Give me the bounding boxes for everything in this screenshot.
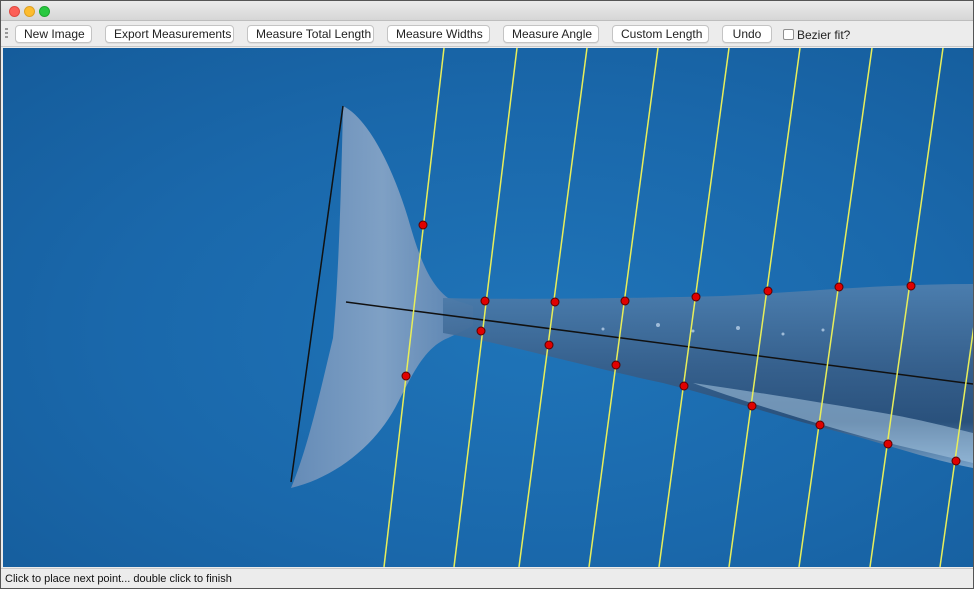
bezier-fit-checkbox[interactable] [783,29,794,40]
measurement-point[interactable] [747,401,757,411]
whale-fluke [291,106,473,488]
new-image-button[interactable]: New Image [15,25,92,43]
export-measurements-button[interactable]: Export Measurements [105,25,234,43]
measurement-point[interactable] [691,292,701,302]
measurement-point[interactable] [550,297,560,307]
measure-widths-button[interactable]: Measure Widths [387,25,490,43]
measurement-point[interactable] [815,420,825,430]
measurement-point[interactable] [401,371,411,381]
close-window-button[interactable] [9,6,20,17]
measurement-point[interactable] [611,360,621,370]
custom-length-button[interactable]: Custom Length [612,25,709,43]
measurement-point[interactable] [763,286,773,296]
image-canvas[interactable] [3,48,973,567]
measurement-point[interactable] [834,282,844,292]
minimize-window-button[interactable] [24,6,35,17]
measurement-point[interactable] [883,439,893,449]
status-bar: Click to place next point... double clic… [1,568,973,588]
title-bar [1,1,973,21]
undo-button[interactable]: Undo [722,25,772,43]
measurement-point[interactable] [679,381,689,391]
measurement-point[interactable] [620,296,630,306]
measurement-point[interactable] [951,456,961,466]
measurement-point[interactable] [476,326,486,336]
bezier-fit-label: Bezier fit? [797,28,851,42]
measurement-point[interactable] [418,220,428,230]
toolbar: New Image Export Measurements Measure To… [1,21,973,47]
app-window: New Image Export Measurements Measure To… [0,0,974,589]
measure-angle-button[interactable]: Measure Angle [503,25,599,43]
measurement-point[interactable] [544,340,554,350]
measurement-overlay [290,48,973,567]
zoom-window-button[interactable] [39,6,50,17]
measure-total-length-button[interactable]: Measure Total Length [247,25,374,43]
measurement-point[interactable] [480,296,490,306]
toolbar-grip-icon[interactable] [5,28,8,40]
status-message: Click to place next point... double clic… [5,573,232,585]
measurement-point[interactable] [906,281,916,291]
